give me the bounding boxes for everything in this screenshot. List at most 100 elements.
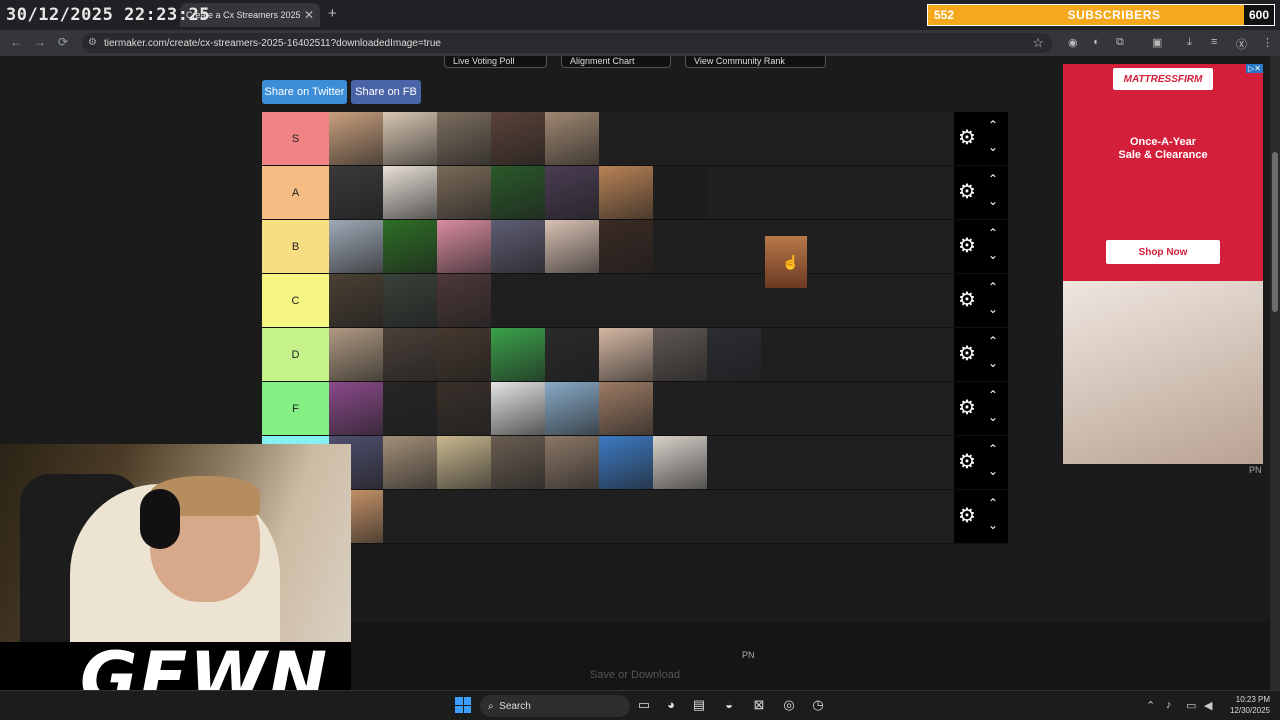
streamer-image[interactable] [545,220,599,273]
tray-chevron-icon[interactable]: ⌃ [1146,699,1155,712]
bookmark-star-icon[interactable]: ☆ [1032,35,1044,51]
ad-choices-icon[interactable]: ▷✕ [1246,64,1263,73]
back-icon[interactable]: ← [10,35,22,49]
menu-kebab-icon[interactable]: ⋮ [1262,36,1273,49]
tier-items[interactable] [329,112,954,165]
new-tab-icon[interactable]: + [328,5,337,22]
site-info-icon[interactable]: ⚙ [88,37,97,48]
tier-label[interactable]: B [262,220,329,273]
scrollbar-thumb[interactable] [1272,152,1278,312]
streamer-image[interactable] [545,166,599,219]
excel-icon[interactable]: ⊠ [751,697,767,713]
streamer-image[interactable] [437,112,491,165]
tier-items[interactable] [329,490,954,543]
tier-label[interactable]: F [262,382,329,435]
chevron-up-icon[interactable]: ⌃ [988,226,998,240]
audio-extension-icon[interactable]: ◖ [1092,36,1099,48]
streamer-image[interactable] [383,382,437,435]
profile-avatar-icon[interactable]: Ⓧ [1236,36,1247,52]
gear-icon[interactable]: ⚙ [958,290,976,310]
tier-items[interactable] [329,274,954,327]
chevron-down-icon[interactable]: ⌄ [988,356,998,370]
close-icon[interactable]: ✕ [304,8,314,22]
streamer-image[interactable] [329,328,383,381]
extensions-puzzle-icon[interactable]: ⧉ [1116,36,1124,49]
streamer-image[interactable] [329,112,383,165]
tier-items[interactable] [329,328,954,381]
chevron-up-icon[interactable]: ⌃ [988,280,998,294]
url-input[interactable]: ⚙ tiermaker.com/create/cx-streamers-2025… [82,33,1052,53]
chevron-up-icon[interactable]: ⌃ [988,118,998,132]
streamer-image[interactable] [329,274,383,327]
streamer-image[interactable] [383,166,437,219]
streamer-image[interactable] [599,436,653,489]
chevron-down-icon[interactable]: ⌄ [988,464,998,478]
streamer-image[interactable] [437,328,491,381]
streamer-image[interactable] [599,166,653,219]
streamer-image[interactable] [437,166,491,219]
gear-icon[interactable]: ⚙ [958,506,976,526]
alignment-chart-button[interactable]: Alignment Chart [561,56,671,68]
gear-icon[interactable]: ⚙ [958,452,976,472]
share-twitter-button[interactable]: Share on Twitter [262,80,347,104]
chevron-down-icon[interactable]: ⌄ [988,248,998,262]
tier-items[interactable] [329,220,954,273]
taskbar-search[interactable]: ⌕ Search [480,695,630,717]
streamer-image[interactable] [383,328,437,381]
chevron-down-icon[interactable]: ⌄ [988,140,998,154]
clock-app-icon[interactable]: ◷ [810,697,826,713]
streamer-image[interactable] [329,382,383,435]
streamer-image[interactable] [329,166,383,219]
streamer-image[interactable] [599,328,653,381]
tier-label[interactable]: C [262,274,329,327]
streamer-image[interactable] [383,220,437,273]
chevron-down-icon[interactable]: ⌄ [988,302,998,316]
chevron-up-icon[interactable]: ⌃ [988,334,998,348]
file-explorer-icon[interactable]: ▤ [691,697,707,713]
chevron-down-icon[interactable]: ⌄ [988,194,998,208]
tier-label[interactable]: A [262,166,329,219]
chevron-up-icon[interactable]: ⌃ [988,442,998,456]
streamer-image[interactable] [491,382,545,435]
streamer-image[interactable] [383,436,437,489]
community-rank-button[interactable]: View Community Rank [685,56,826,68]
forward-icon[interactable]: → [34,35,46,49]
obs-icon[interactable]: ◎ [781,697,797,713]
streamer-image[interactable] [653,328,707,381]
chevron-up-icon[interactable]: ⌃ [988,388,998,402]
save-download-button[interactable]: Save or Download [520,664,750,686]
streamer-image[interactable] [437,220,491,273]
volume-icon[interactable]: ◀ [1204,699,1212,712]
streamer-image[interactable] [437,274,491,327]
tier-items[interactable] [329,166,954,219]
chevron-up-icon[interactable]: ⌃ [988,172,998,186]
tier-items[interactable] [329,436,954,489]
download-icon[interactable]: ⤓ [1187,36,1192,49]
discord-icon[interactable]: ◒ [721,697,737,713]
streamer-image[interactable] [491,220,545,273]
reload-icon[interactable]: ⟳ [58,35,68,49]
streamer-image[interactable] [707,328,761,381]
extension-icon[interactable]: ◉ [1068,36,1078,49]
streamer-image[interactable] [653,166,707,219]
page-scrollbar[interactable] [1270,56,1280,690]
network-icon[interactable]: ▭ [1186,699,1196,712]
gear-icon[interactable]: ⚙ [958,128,976,148]
chrome-icon[interactable]: ◕ [663,697,679,713]
streamer-image[interactable] [383,274,437,327]
gear-icon[interactable]: ⚙ [958,182,976,202]
streamer-image[interactable] [545,382,599,435]
mic-icon[interactable]: ♪ [1166,699,1172,711]
streamer-image[interactable] [491,166,545,219]
windows-start-icon[interactable] [455,697,471,713]
reading-list-icon[interactable]: ≡ [1211,36,1217,48]
mattress-firm-ad[interactable]: MATTRESSFIRM Once-A-Year Sale & Clearanc… [1063,64,1263,464]
share-fb-button[interactable]: Share on FB [351,80,421,104]
chevron-up-icon[interactable]: ⌃ [988,496,998,510]
streamer-image[interactable] [491,328,545,381]
streamer-image[interactable] [599,382,653,435]
chevron-down-icon[interactable]: ⌄ [988,410,998,424]
streamer-image[interactable] [653,436,707,489]
tier-label[interactable]: D [262,328,329,381]
streamer-image[interactable] [545,436,599,489]
